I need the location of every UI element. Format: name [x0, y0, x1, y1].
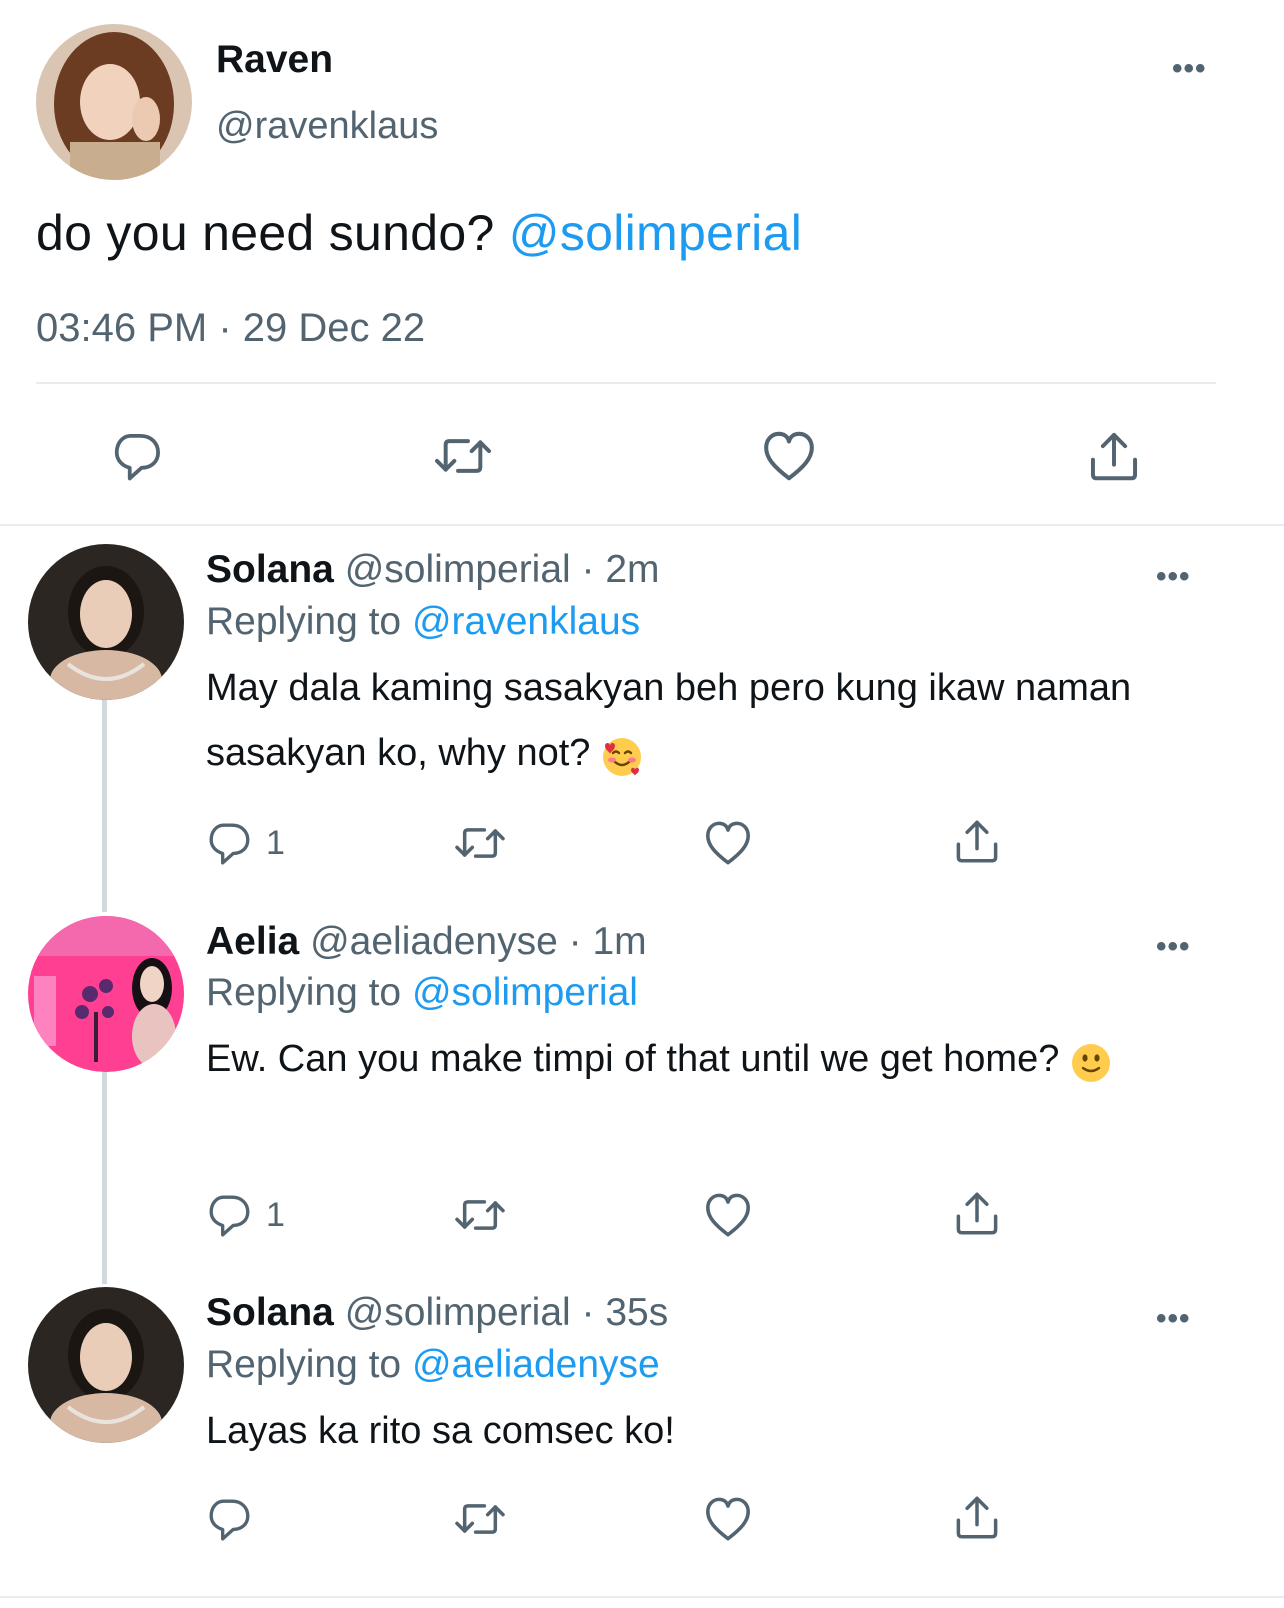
- reply-header: Aelia @aeliadenyse · 1m: [206, 920, 647, 964]
- thread-connector: [102, 700, 107, 912]
- mention-link[interactable]: @solimperial: [412, 971, 638, 1014]
- replying-prefix: Replying to: [206, 1343, 402, 1386]
- retweet-icon[interactable]: [430, 430, 496, 482]
- reply-count: 1: [266, 824, 285, 862]
- avatar[interactable]: [36, 24, 192, 180]
- more-horizontal-icon[interactable]: •••: [1172, 52, 1207, 86]
- reply-icon[interactable]: [206, 1192, 254, 1238]
- avatar[interactable]: [28, 1287, 184, 1443]
- retweet-icon[interactable]: [452, 1192, 508, 1238]
- slightly-smiling-face-icon: [1070, 1040, 1112, 1082]
- reply-author-name[interactable]: Solana: [206, 548, 334, 591]
- mention-link[interactable]: @ravenklaus: [412, 600, 640, 643]
- replying-prefix: Replying to: [206, 600, 402, 643]
- thread-connector: [102, 1072, 107, 1284]
- reply-handle-time[interactable]: @solimperial · 2m: [345, 548, 660, 591]
- tweet-text: do you need sundo? @solimperial: [36, 204, 802, 262]
- author-handle[interactable]: @ravenklaus: [216, 105, 438, 148]
- reply-text: Layas ka rito sa comsec ko!: [206, 1410, 675, 1452]
- reply-icon[interactable]: [206, 1496, 254, 1542]
- reply-icon[interactable]: [112, 430, 164, 482]
- share-icon[interactable]: [954, 818, 1000, 864]
- retweet-icon[interactable]: [452, 1496, 508, 1542]
- tweet-body: do you need sundo?: [36, 205, 495, 261]
- replying-to: Replying to @ravenklaus: [206, 600, 640, 644]
- reply-count: 1: [266, 1196, 285, 1234]
- smiling-face-with-hearts-icon: [601, 734, 643, 776]
- author-name[interactable]: Raven: [216, 38, 333, 82]
- share-icon[interactable]: [1088, 430, 1140, 482]
- reply-handle-time[interactable]: @solimperial · 35s: [345, 1291, 669, 1334]
- like-icon[interactable]: [762, 430, 816, 482]
- like-icon[interactable]: [704, 820, 752, 866]
- more-horizontal-icon[interactable]: •••: [1156, 1302, 1191, 1336]
- replying-to: Replying to @aeliadenyse: [206, 1343, 660, 1387]
- mention-link[interactable]: @aeliadenyse: [412, 1343, 660, 1386]
- tweet-timestamp[interactable]: 03:46 PM · 29 Dec 22: [36, 306, 425, 351]
- like-icon[interactable]: [704, 1496, 752, 1542]
- reply-body: Ew. Can you make timpi of that until we …: [206, 1038, 1060, 1080]
- reply-header: Solana @solimperial · 35s: [206, 1291, 668, 1335]
- replying-prefix: Replying to: [206, 971, 402, 1014]
- reply-author-name[interactable]: Solana: [206, 1291, 334, 1334]
- share-icon[interactable]: [954, 1494, 1000, 1540]
- more-horizontal-icon[interactable]: •••: [1156, 930, 1191, 964]
- reply-author-name[interactable]: Aelia: [206, 920, 299, 963]
- section-divider: [0, 1596, 1284, 1598]
- avatar[interactable]: [28, 544, 184, 700]
- reply-icon[interactable]: [206, 820, 254, 866]
- section-divider: [0, 524, 1284, 526]
- more-horizontal-icon[interactable]: •••: [1156, 560, 1191, 594]
- reply-header: Solana @solimperial · 2m: [206, 548, 660, 592]
- replying-to: Replying to @solimperial: [206, 971, 638, 1015]
- reply-handle-time[interactable]: @aeliadenyse · 1m: [310, 920, 647, 963]
- reply-text: Ew. Can you make timpi of that until we …: [206, 1027, 1206, 1092]
- reply-text: May dala kaming sasakyan beh pero kung i…: [206, 656, 1216, 786]
- share-icon[interactable]: [954, 1190, 1000, 1236]
- reply-body: May dala kaming sasakyan beh pero kung i…: [206, 667, 1132, 774]
- like-icon[interactable]: [704, 1192, 752, 1238]
- avatar[interactable]: [28, 916, 184, 1072]
- retweet-icon[interactable]: [452, 820, 508, 866]
- mention-link[interactable]: @solimperial: [509, 205, 802, 261]
- divider: [36, 382, 1216, 384]
